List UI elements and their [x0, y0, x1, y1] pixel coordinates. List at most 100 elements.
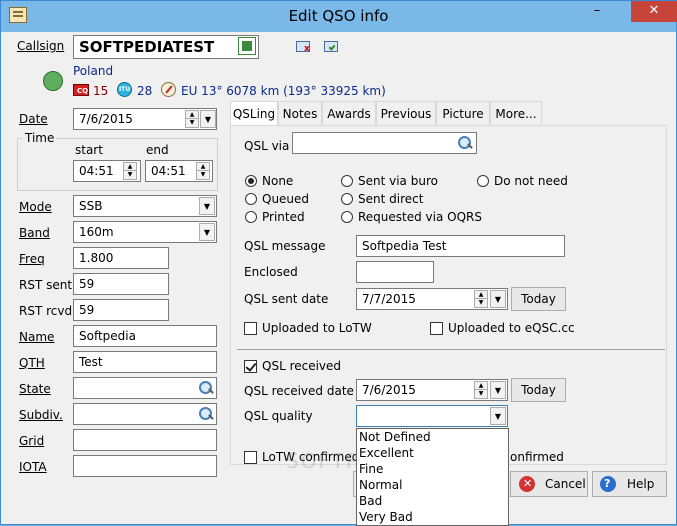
rst-sent-label: RST sent: [19, 278, 73, 292]
lotw-confirmed-checkbox[interactable]: [244, 451, 257, 464]
qsl-received-checkbox[interactable]: [244, 360, 257, 373]
radio-sent-via-buro-label: Sent via buro: [358, 174, 438, 188]
enclosed-label: Enclosed: [244, 265, 298, 279]
start-label: start: [75, 143, 103, 157]
mode-dropdown-button[interactable]: ▼: [199, 197, 215, 215]
radio-requested-oqrs-label: Requested via OQRS: [358, 210, 483, 224]
country-label: Poland: [73, 64, 114, 78]
time-group-label: Time: [23, 131, 57, 145]
qsl-quality-select[interactable]: [356, 405, 508, 427]
qsl-sent-date-picker[interactable]: ▼: [490, 290, 506, 308]
rst-rcvd-input[interactable]: 59: [73, 299, 169, 321]
grid-label: Grid: [19, 434, 45, 448]
delete-card-icon[interactable]: x: [296, 41, 310, 54]
qsl-via-input[interactable]: [292, 132, 477, 154]
uploaded-eqsl-label: Uploaded to eQSC.cc: [448, 321, 575, 335]
help-label: Help: [627, 477, 655, 491]
radio-do-not-need[interactable]: [477, 175, 489, 187]
date-picker-button[interactable]: ▼: [200, 110, 216, 128]
minimize-button[interactable]: –: [583, 1, 611, 22]
quality-option[interactable]: Bad: [357, 493, 508, 509]
end-time-spinner[interactable]: ▲ ▼: [196, 162, 210, 180]
radio-printed-label: Printed: [262, 210, 305, 224]
iota-input[interactable]: [73, 455, 217, 477]
name-label: Name: [19, 330, 55, 344]
lookup-callsign-icon[interactable]: [238, 37, 256, 55]
band-dropdown-button[interactable]: ▼: [199, 223, 215, 241]
name-input[interactable]: Softpedia: [73, 325, 217, 347]
qsl-via-search-icon[interactable]: [456, 134, 474, 152]
tab-picture[interactable]: Picture: [436, 101, 490, 125]
radio-sent-direct-label: Sent direct: [358, 192, 424, 206]
qsl-received-date-picker[interactable]: ▼: [490, 381, 506, 399]
radio-none[interactable]: [245, 175, 257, 187]
radio-none-label: None: [262, 174, 294, 188]
tab-qsling[interactable]: QSLing: [230, 101, 278, 126]
radio-sent-via-buro[interactable]: [341, 175, 353, 187]
qsl-sent-date-label: QSL sent date: [244, 292, 329, 306]
quality-option[interactable]: Very Bad: [357, 509, 508, 525]
confirm-card-icon[interactable]: [324, 41, 338, 52]
quality-option[interactable]: Normal: [357, 477, 508, 493]
state-input[interactable]: [73, 377, 217, 399]
help-button[interactable]: ? Help: [592, 471, 667, 497]
state-search-icon[interactable]: [197, 379, 215, 397]
section-divider: [237, 349, 665, 350]
globe-icon[interactable]: [43, 71, 63, 91]
tab-more[interactable]: More...: [490, 101, 542, 125]
title-bar[interactable]: Edit QSO info – ✕: [1, 1, 677, 32]
cancel-icon: ✕: [519, 476, 535, 492]
itu-zone-icon: ITU: [117, 82, 132, 97]
radio-queued[interactable]: [245, 193, 257, 205]
location-info: EU 13° 6078 km (193° 33925 km): [181, 84, 386, 98]
quality-option[interactable]: Fine: [357, 461, 508, 477]
qsl-message-label: QSL message: [244, 239, 326, 253]
tab-notes[interactable]: Notes: [278, 101, 322, 125]
qth-input[interactable]: Test: [73, 351, 217, 373]
tab-awards[interactable]: Awards: [322, 101, 376, 125]
compass-icon: [161, 82, 176, 97]
radio-sent-direct[interactable]: [341, 193, 353, 205]
date-spinner[interactable]: ▲ ▼: [185, 110, 199, 128]
date-label: Date: [19, 112, 48, 126]
tab-previous[interactable]: Previous: [376, 101, 436, 125]
itu-zone-value: 28: [137, 84, 153, 98]
edit-qso-dialog: Edit QSO info – ✕ Callsign SOFTPEDIATEST…: [0, 0, 677, 526]
close-button[interactable]: ✕: [631, 1, 677, 22]
start-time-spinner[interactable]: ▲ ▼: [123, 162, 137, 180]
mode-label: Mode: [19, 200, 52, 214]
qsl-message-input[interactable]: Softpedia Test: [356, 235, 565, 257]
uploaded-lotw-label: Uploaded to LoTW: [262, 321, 372, 335]
uploaded-lotw-checkbox[interactable]: [244, 322, 257, 335]
qsl-received-label: QSL received: [262, 359, 342, 373]
qsl-sent-today-button[interactable]: Today: [511, 287, 566, 311]
mode-select[interactable]: SSB: [73, 195, 217, 217]
rst-rcvd-label: RST rcvd: [19, 304, 73, 318]
qsl-via-label: QSL via: [244, 139, 290, 153]
cancel-label: Cancel: [545, 477, 586, 491]
end-label: end: [146, 143, 169, 157]
subdiv-search-icon[interactable]: [197, 405, 215, 423]
uploaded-eqsl-checkbox[interactable]: [430, 322, 443, 335]
callsign-input[interactable]: SOFTPEDIATEST: [73, 35, 259, 59]
qsl-received-date-label: QSL received date: [244, 384, 354, 398]
qsl-quality-dropdown-button[interactable]: ▼: [490, 407, 506, 425]
band-select[interactable]: 160m: [73, 221, 217, 243]
freq-input[interactable]: 1.800: [73, 247, 169, 269]
subdiv-label: Subdiv.: [19, 408, 63, 422]
cq-zone-value: 15: [93, 84, 109, 98]
qsl-quality-options-list: Not Defined Excellent Fine Normal Bad Ve…: [356, 428, 509, 526]
quality-option[interactable]: Excellent: [357, 445, 508, 461]
enclosed-input[interactable]: [356, 261, 434, 283]
radio-requested-oqrs[interactable]: [341, 211, 353, 223]
qsl-received-date-spinner[interactable]: ▲ ▼: [474, 381, 488, 399]
grid-input[interactable]: [73, 429, 217, 451]
quality-option[interactable]: Not Defined: [357, 429, 508, 445]
qsl-sent-date-spinner[interactable]: ▲ ▼: [474, 290, 488, 308]
cancel-button[interactable]: ✕ Cancel: [510, 471, 588, 497]
cq-zone-icon: CQ: [73, 84, 89, 96]
subdiv-input[interactable]: [73, 403, 217, 425]
radio-printed[interactable]: [245, 211, 257, 223]
rst-sent-input[interactable]: 59: [73, 273, 169, 295]
qsl-received-today-button[interactable]: Today: [511, 378, 566, 402]
